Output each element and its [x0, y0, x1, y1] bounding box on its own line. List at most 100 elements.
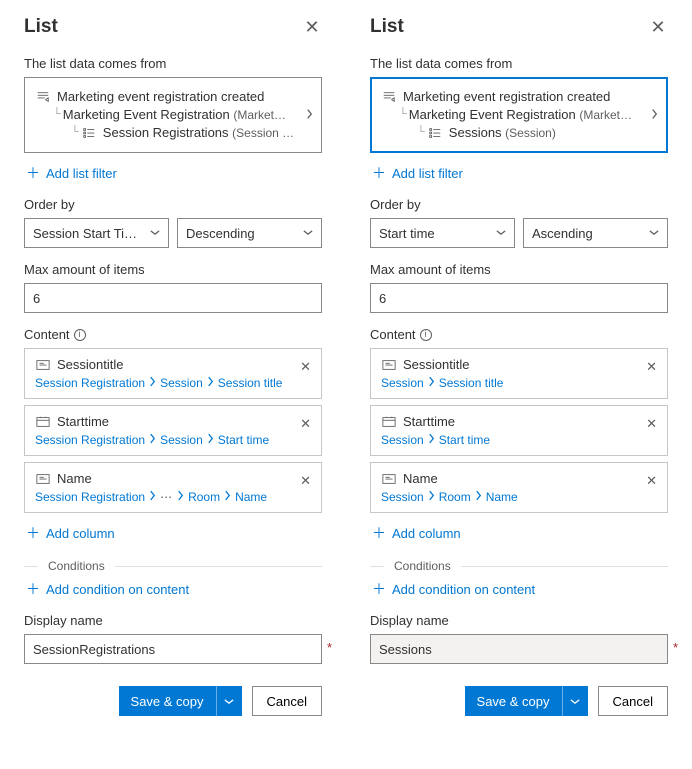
data-source-label: The list data comes from	[370, 56, 668, 71]
plus-icon: ＋	[370, 579, 388, 599]
remove-column-icon[interactable]: ✕	[646, 473, 657, 489]
breadcrumb-segment[interactable]: Session	[160, 433, 203, 447]
order-by-field-select[interactable]: Start time	[370, 218, 515, 248]
tree-elbow-icon: └	[417, 123, 425, 141]
content-column-card[interactable]: Name ✕ SessionRoomName	[370, 462, 668, 513]
plus-icon: ＋	[370, 163, 388, 183]
content-label: Content	[370, 327, 416, 342]
content-column-card[interactable]: Sessiontitle ✕ SessionSession title	[370, 348, 668, 399]
cancel-button[interactable]: Cancel	[252, 686, 322, 716]
max-items-label: Max amount of items	[370, 262, 668, 277]
calendar-icon	[381, 415, 397, 429]
required-indicator-icon: *	[327, 640, 332, 655]
order-by-direction-value: Ascending	[532, 226, 593, 241]
content-column-path: Session Session title	[381, 376, 657, 390]
plus-icon: ＋	[24, 523, 42, 543]
breadcrumb-segment[interactable]: Session Registration	[35, 376, 145, 390]
breadcrumb-segment[interactable]: Session title	[218, 376, 283, 390]
breadcrumb-segment[interactable]: Room	[188, 490, 220, 504]
remove-column-icon[interactable]: ✕	[646, 416, 657, 432]
info-icon[interactable]: i	[420, 329, 432, 341]
breadcrumb-segment[interactable]: Start time	[218, 433, 269, 447]
breadcrumb-segment[interactable]: Session Registration	[35, 433, 145, 447]
content-column-title: Name	[57, 471, 92, 486]
chevron-down-icon	[150, 227, 160, 239]
text-field-icon	[381, 472, 397, 486]
data-source-selector[interactable]: Marketing event registration created └ M…	[24, 77, 322, 153]
content-column-card[interactable]: Starttime ✕ SessionStart time	[370, 405, 668, 456]
panel-title: List	[24, 16, 58, 38]
add-column-button[interactable]: ＋ Add column	[370, 523, 668, 543]
close-icon[interactable]: ✕	[648, 17, 668, 37]
plus-icon: ＋	[24, 163, 42, 183]
save-and-copy-split-button[interactable]	[216, 686, 242, 716]
cancel-button[interactable]: Cancel	[598, 686, 668, 716]
breadcrumb-ellipsis[interactable]: ⋯	[160, 490, 173, 504]
data-source-selector[interactable]: Marketing event registration created └ M…	[370, 77, 668, 153]
add-list-filter-button[interactable]: ＋ Add list filter	[24, 163, 322, 183]
chevron-right-icon	[306, 108, 313, 123]
remove-column-icon[interactable]: ✕	[300, 416, 311, 432]
order-by-field-value: Session Start Ti…	[33, 226, 137, 241]
content-column-path: Session Room Name	[381, 490, 657, 504]
max-items-input[interactable]: 6	[370, 283, 668, 313]
entity-level1: Marketing Event Registration (Market…	[63, 106, 286, 124]
breadcrumb-sep-icon	[177, 490, 184, 504]
calendar-icon	[35, 415, 51, 429]
save-and-copy-button[interactable]: Save & copy	[119, 686, 242, 716]
close-icon[interactable]: ✕	[302, 17, 322, 37]
display-name-input[interactable]: SessionRegistrations	[24, 634, 322, 664]
entity-level2: Session Registrations (Session …	[103, 124, 294, 142]
breadcrumb-segment[interactable]: Session title	[439, 376, 504, 390]
tree-elbow-icon: └	[399, 105, 407, 123]
breadcrumb-segment[interactable]: Room	[439, 490, 471, 504]
order-by-direction-select[interactable]: Ascending	[523, 218, 668, 248]
order-by-field-value: Start time	[379, 226, 435, 241]
tree-elbow-icon: └	[53, 105, 61, 123]
breadcrumb-segment[interactable]: Session	[381, 490, 424, 504]
remove-column-icon[interactable]: ✕	[300, 359, 311, 375]
breadcrumb-segment[interactable]: Session	[381, 376, 424, 390]
content-column-title: Name	[403, 471, 438, 486]
order-by-field-select[interactable]: Session Start Ti…	[24, 218, 169, 248]
content-column-card[interactable]: Name ✕ Session Registration ⋯ Room Name	[24, 462, 322, 513]
add-column-button[interactable]: ＋ Add column	[24, 523, 322, 543]
text-field-icon	[35, 358, 51, 372]
add-condition-button[interactable]: ＋ Add condition on content	[24, 579, 322, 599]
display-name-label: Display name	[24, 613, 322, 628]
save-and-copy-button[interactable]: Save & copy	[465, 686, 588, 716]
remove-column-icon[interactable]: ✕	[300, 473, 311, 489]
content-column-title: Starttime	[57, 414, 109, 429]
content-column-card[interactable]: Sessiontitle ✕ Session RegistrationSessi…	[24, 348, 322, 399]
add-list-filter-button[interactable]: ＋ Add list filter	[370, 163, 668, 183]
trigger-name: Marketing event registration created	[57, 88, 264, 106]
breadcrumb-segment[interactable]: Session	[160, 376, 203, 390]
breadcrumb-sep-icon	[207, 376, 214, 390]
content-columns: Sessiontitle ✕ SessionSession title Star…	[370, 348, 668, 513]
breadcrumb-segment[interactable]: Start time	[439, 433, 490, 447]
chevron-down-icon	[496, 227, 506, 239]
breadcrumb-segment[interactable]: Name	[486, 490, 518, 504]
breadcrumb-segment[interactable]: Session	[381, 433, 424, 447]
list-entity-icon	[81, 126, 97, 140]
conditions-divider: Conditions	[24, 559, 322, 573]
content-column-path: Session Registration Session Start time	[35, 433, 311, 447]
breadcrumb-sep-icon	[428, 490, 435, 504]
breadcrumb-segment[interactable]: Name	[235, 490, 267, 504]
breadcrumb-sep-icon	[149, 433, 156, 447]
order-by-label: Order by	[370, 197, 668, 212]
content-column-path: Session Start time	[381, 433, 657, 447]
content-column-card[interactable]: Starttime ✕ Session RegistrationSessionS…	[24, 405, 322, 456]
add-condition-button[interactable]: ＋ Add condition on content	[370, 579, 668, 599]
breadcrumb-sep-icon	[207, 433, 214, 447]
chevron-right-icon	[651, 108, 658, 123]
info-icon[interactable]: i	[74, 329, 86, 341]
max-items-input[interactable]: 6	[24, 283, 322, 313]
trigger-name: Marketing event registration created	[403, 88, 610, 106]
conditions-divider: Conditions	[370, 559, 668, 573]
breadcrumb-segment[interactable]: Session Registration	[35, 490, 145, 504]
order-by-direction-select[interactable]: Descending	[177, 218, 322, 248]
remove-column-icon[interactable]: ✕	[646, 359, 657, 375]
content-columns: Sessiontitle ✕ Session RegistrationSessi…	[24, 348, 322, 513]
save-and-copy-split-button[interactable]	[562, 686, 588, 716]
